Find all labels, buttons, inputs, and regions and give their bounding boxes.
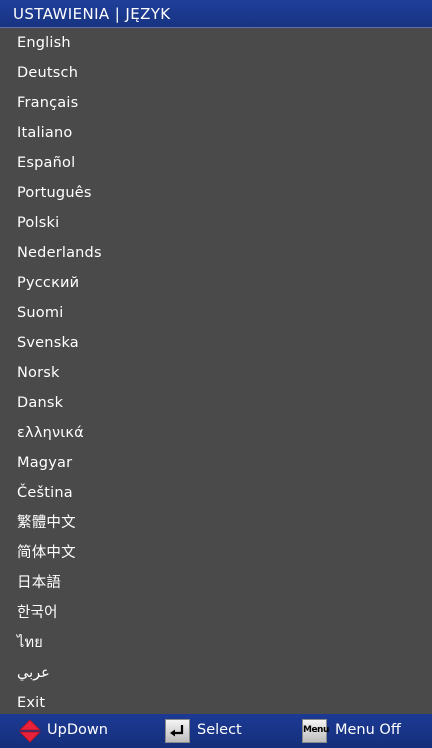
- menu-off-label: Menu Off: [335, 722, 401, 738]
- updown-label: UpDown: [47, 722, 108, 738]
- language-item-traditional-chinese[interactable]: 繁體中文: [0, 508, 432, 538]
- language-item-russian[interactable]: Русский: [0, 268, 432, 298]
- language-item-english[interactable]: English: [0, 28, 432, 58]
- updown-hint: UpDown: [0, 714, 140, 748]
- language-item-korean[interactable]: 한국어: [0, 598, 432, 628]
- osd-menu: USTAWIENIA | JĘZYK English Deutsch Franç…: [0, 0, 432, 748]
- language-item-greek[interactable]: ελληνικά: [0, 418, 432, 448]
- language-item-magyar[interactable]: Magyar: [0, 448, 432, 478]
- language-item-suomi[interactable]: Suomi: [0, 298, 432, 328]
- language-item-dansk[interactable]: Dansk: [0, 388, 432, 418]
- language-item-deutsch[interactable]: Deutsch: [0, 58, 432, 88]
- enter-key-icon: [165, 719, 190, 743]
- updown-arrows-icon: [19, 719, 41, 743]
- select-hint: Select: [162, 714, 292, 748]
- language-item-thai[interactable]: ไทย: [0, 628, 432, 658]
- language-item-cestina[interactable]: Čeština: [0, 478, 432, 508]
- language-item-polski[interactable]: Polski: [0, 208, 432, 238]
- language-list: English Deutsch Français Italiano Españo…: [0, 28, 432, 714]
- select-label: Select: [197, 722, 242, 738]
- language-item-simplified-chinese[interactable]: 简体中文: [0, 538, 432, 568]
- language-item-portugues[interactable]: Português: [0, 178, 432, 208]
- footer-bar: UpDown Select Menu Menu Off: [0, 714, 432, 748]
- language-item-nederlands[interactable]: Nederlands: [0, 238, 432, 268]
- menu-off-hint: Menu Menu Off: [298, 714, 432, 748]
- language-item-francais[interactable]: Français: [0, 88, 432, 118]
- language-item-espanol[interactable]: Español: [0, 148, 432, 178]
- language-item-japanese[interactable]: 日本語: [0, 568, 432, 598]
- language-item-norsk[interactable]: Norsk: [0, 358, 432, 388]
- language-item-italiano[interactable]: Italiano: [0, 118, 432, 148]
- menu-key-icon: Menu: [302, 719, 329, 743]
- language-item-arabic[interactable]: عربي: [0, 658, 432, 688]
- page-title: USTAWIENIA | JĘZYK: [13, 5, 171, 23]
- language-item-svenska[interactable]: Svenska: [0, 328, 432, 358]
- title-bar: USTAWIENIA | JĘZYK: [0, 0, 432, 28]
